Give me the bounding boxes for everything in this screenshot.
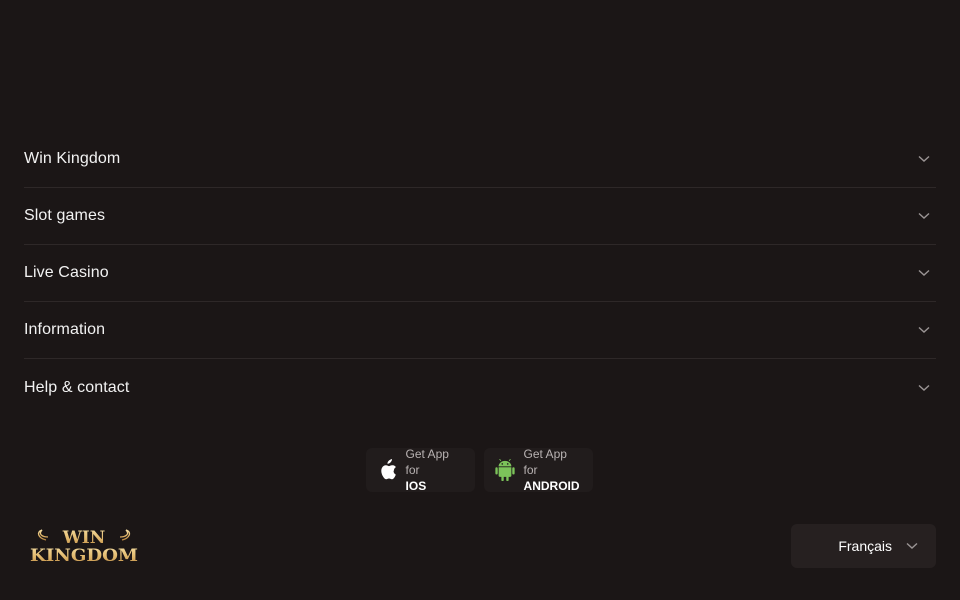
accordion-label: Win Kingdom (24, 150, 121, 167)
app-download-buttons: Get App for IOS Get App for ANDROID (366, 446, 593, 494)
accordion-item-help-contact[interactable]: Help & contact (24, 359, 936, 416)
language-selector[interactable]: Français (791, 524, 936, 568)
chevron-down-icon (918, 382, 930, 394)
apple-icon (376, 458, 398, 482)
accordion-item-win-kingdom[interactable]: Win Kingdom (24, 131, 936, 188)
android-app-text: Get App for ANDROID (524, 446, 583, 494)
ios-app-caption: Get App for (405, 447, 449, 477)
accordion-item-live-casino[interactable]: Live Casino (24, 245, 936, 302)
get-android-app-button[interactable]: Get App for ANDROID (484, 446, 593, 494)
accordion-item-information[interactable]: Information (24, 302, 936, 359)
chevron-down-icon (906, 540, 918, 552)
accordion-label: Help & contact (24, 378, 130, 396)
accordion-item-slot-games[interactable]: Slot games (24, 188, 936, 245)
android-app-caption: Get App for (523, 447, 567, 477)
chevron-down-icon (918, 267, 930, 279)
get-ios-app-button[interactable]: Get App for IOS (366, 446, 475, 494)
footer-accordion: Win Kingdom Slot games Live Casino Infor… (24, 131, 936, 416)
chevron-down-icon (918, 210, 930, 222)
win-kingdom-logo[interactable]: WIN KINGDOM (28, 526, 140, 566)
chevron-down-icon (918, 324, 930, 336)
accordion-label: Information (24, 321, 106, 338)
language-selected-label: Français (838, 538, 892, 554)
android-app-platform: ANDROID (523, 479, 580, 493)
logo-line-1: WIN (62, 528, 106, 548)
accordion-label: Live Casino (24, 264, 109, 281)
android-icon (494, 458, 516, 482)
footer-page: Win Kingdom Slot games Live Casino Infor… (0, 0, 960, 600)
ios-app-text: Get App for IOS (406, 446, 465, 494)
logo-line-2: KINGDOM (30, 546, 138, 566)
chevron-down-icon (918, 153, 930, 165)
accordion-label: Slot games (24, 207, 106, 224)
ios-app-platform: IOS (405, 479, 427, 493)
